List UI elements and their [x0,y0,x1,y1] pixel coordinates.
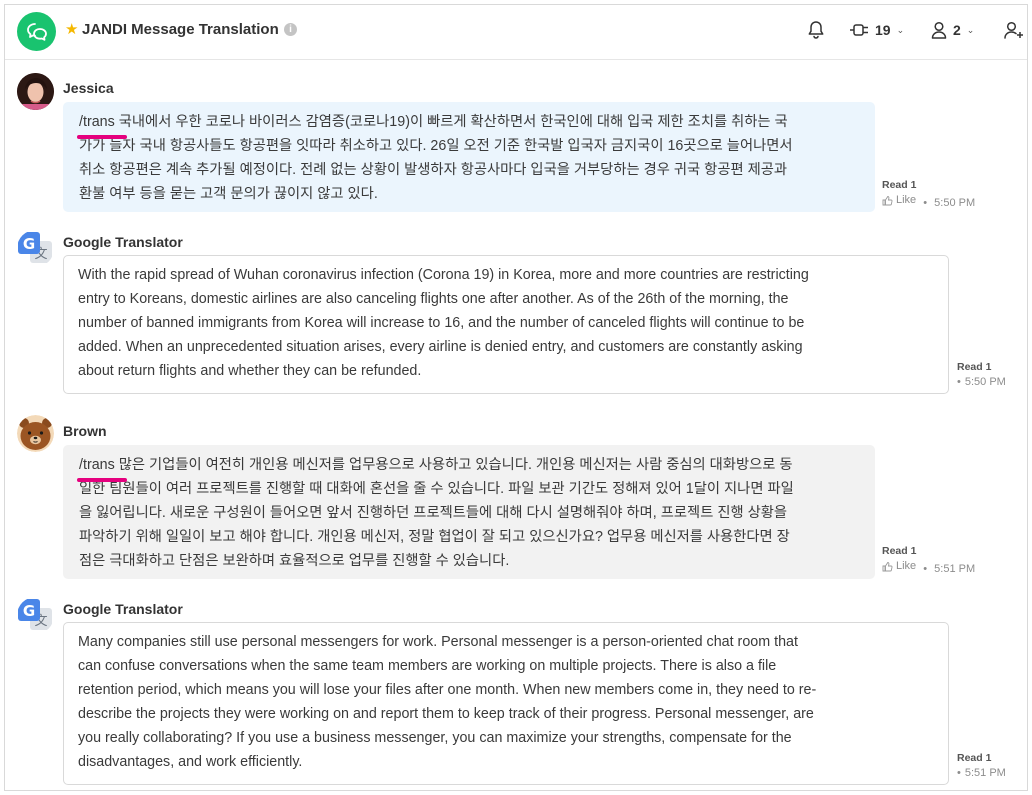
message-line: 을 잃어립니다. 새로운 구성원이 들어오면 앞서 진행하던 프로젝트들에 대해… [79,505,788,521]
sender-name: Jessica [63,80,114,96]
sender-name: Google Translator [63,601,183,617]
add-user-icon [1004,21,1023,39]
read-count[interactable]: Read 1 [957,751,1006,766]
like-button[interactable]: Like [882,559,916,574]
message-line: you really collaborating? If you use a b… [78,730,792,746]
message-line: about return flights and whether they ca… [78,363,422,379]
chevron-down-icon: ⌄ [966,24,975,35]
message-line: retention period, which means you will l… [78,682,817,698]
message-bubble[interactable]: With the rapid spread of Wuhan coronavir… [63,255,949,394]
message-bubble[interactable]: /trans 국내에서 우한 코로나 바이러스 감염증(코로나19)이 빠르게 … [63,102,875,212]
message-time: 5:50 PM [934,197,976,209]
bell-icon [808,21,824,39]
like-button[interactable]: Like [882,193,916,208]
message-meta: Read 1 • 5:50 PM [957,360,1006,388]
message-meta: Read 1 Like • 5:50 PM [882,178,976,209]
info-icon[interactable]: i [284,23,297,36]
google-translate-icon: 文 G [18,599,52,630]
message-time: 5:50 PM [964,376,1006,388]
sender-name: Brown [63,423,107,439]
command-underline [77,478,127,482]
svg-text:G: G [23,235,35,253]
chat-room-icon[interactable] [17,12,56,51]
topic-title: JANDI Message Translation [82,21,279,38]
message-line: 환불 여부 등을 묻는 고객 문의가 끊이지 않고 있다. [79,186,378,202]
chat-bubbles-icon [26,22,47,41]
avatar[interactable]: 文 G [17,597,54,634]
message-line: 파악하기 위해 일일이 보고 해야 합니다. 개인용 메신저, 정말 협업이 잘… [79,529,790,545]
message-bubble[interactable]: /trans 많은 기업들이 여전히 개인용 메신저를 업무용으로 사용하고 있… [63,445,875,579]
message-time: 5:51 PM [964,767,1006,779]
message-line: number of banned immigrants from Korea w… [78,315,805,331]
message-line: Many companies still use personal messen… [78,634,798,650]
message-line: entry to Koreans, domestic airlines are … [78,291,789,307]
integrations-count: 19 [875,22,891,38]
invite-member-button[interactable] [1004,18,1024,42]
app-window: ★ JANDI Message Translation i 19 ⌄ 2 ⌄ J… [4,4,1028,791]
message-line: /trans 많은 기업들이 여전히 개인용 메신저를 업무용으로 사용하고 있… [77,453,875,482]
user-icon [931,21,947,39]
message-line: /trans 국내에서 우한 코로나 바이러스 감염증(코로나19)이 빠르게 … [77,110,875,139]
notification-button[interactable] [807,18,825,42]
topic-header: ★ JANDI Message Translation i 19 ⌄ 2 ⌄ [5,5,1027,60]
read-count[interactable]: Read 1 [882,544,975,559]
star-icon[interactable]: ★ [65,21,78,39]
integrations-button[interactable]: 19 ⌄ [849,18,904,42]
message-line: can confuse conversations when the same … [78,658,777,674]
message-line: 일한 팀원들이 여러 프로젝트를 진행할 때 대화에 혼선을 줄 수 있습니다.… [79,481,794,497]
message-line: added. When an unprecedented situation a… [78,339,803,355]
command-underline [77,135,127,139]
chevron-down-icon: ⌄ [896,24,905,35]
message-line: describe the projects they were working … [78,706,814,722]
members-button[interactable]: 2 ⌄ [931,18,974,42]
message-time: 5:51 PM [934,563,976,575]
svg-text:G: G [23,602,35,620]
message-meta: Read 1 • 5:51 PM [957,751,1006,779]
avatar[interactable] [17,415,54,452]
plug-icon [850,24,868,36]
trans-command: /trans [77,453,127,482]
message-line: With the rapid spread of Wuhan coronavir… [78,267,809,283]
read-count[interactable]: Read 1 [957,360,1006,375]
avatar[interactable]: 文 G [17,230,54,267]
message-meta: Read 1 Like • 5:51 PM [882,544,976,575]
members-count: 2 [953,22,961,38]
trans-command: /trans [77,110,127,139]
thumbs-up-icon [882,562,893,572]
message-line: disadvantages, and work efficiently. [78,754,303,770]
sender-name: Google Translator [63,234,183,250]
google-translate-icon: 文 G [18,232,52,263]
read-count[interactable]: Read 1 [882,178,975,193]
avatar[interactable] [17,73,54,110]
jessica-avatar-icon [17,73,54,110]
message-line: 가가 늘자 국내 항공사들도 항공편을 잇따라 취소하고 있다. 26일 오전 … [79,138,793,154]
message-bubble[interactable]: Many companies still use personal messen… [63,622,949,785]
thumbs-up-icon [882,196,893,206]
brown-bear-avatar-icon [17,415,54,452]
message-line: 점은 극대화하고 단점은 보완하며 효율적으로 업무를 진행할 수 있습니다. [79,553,510,569]
message-line: 취소 항공편은 계속 추가될 예정이다. 전례 없는 상황이 발생하자 항공사마… [79,162,788,178]
